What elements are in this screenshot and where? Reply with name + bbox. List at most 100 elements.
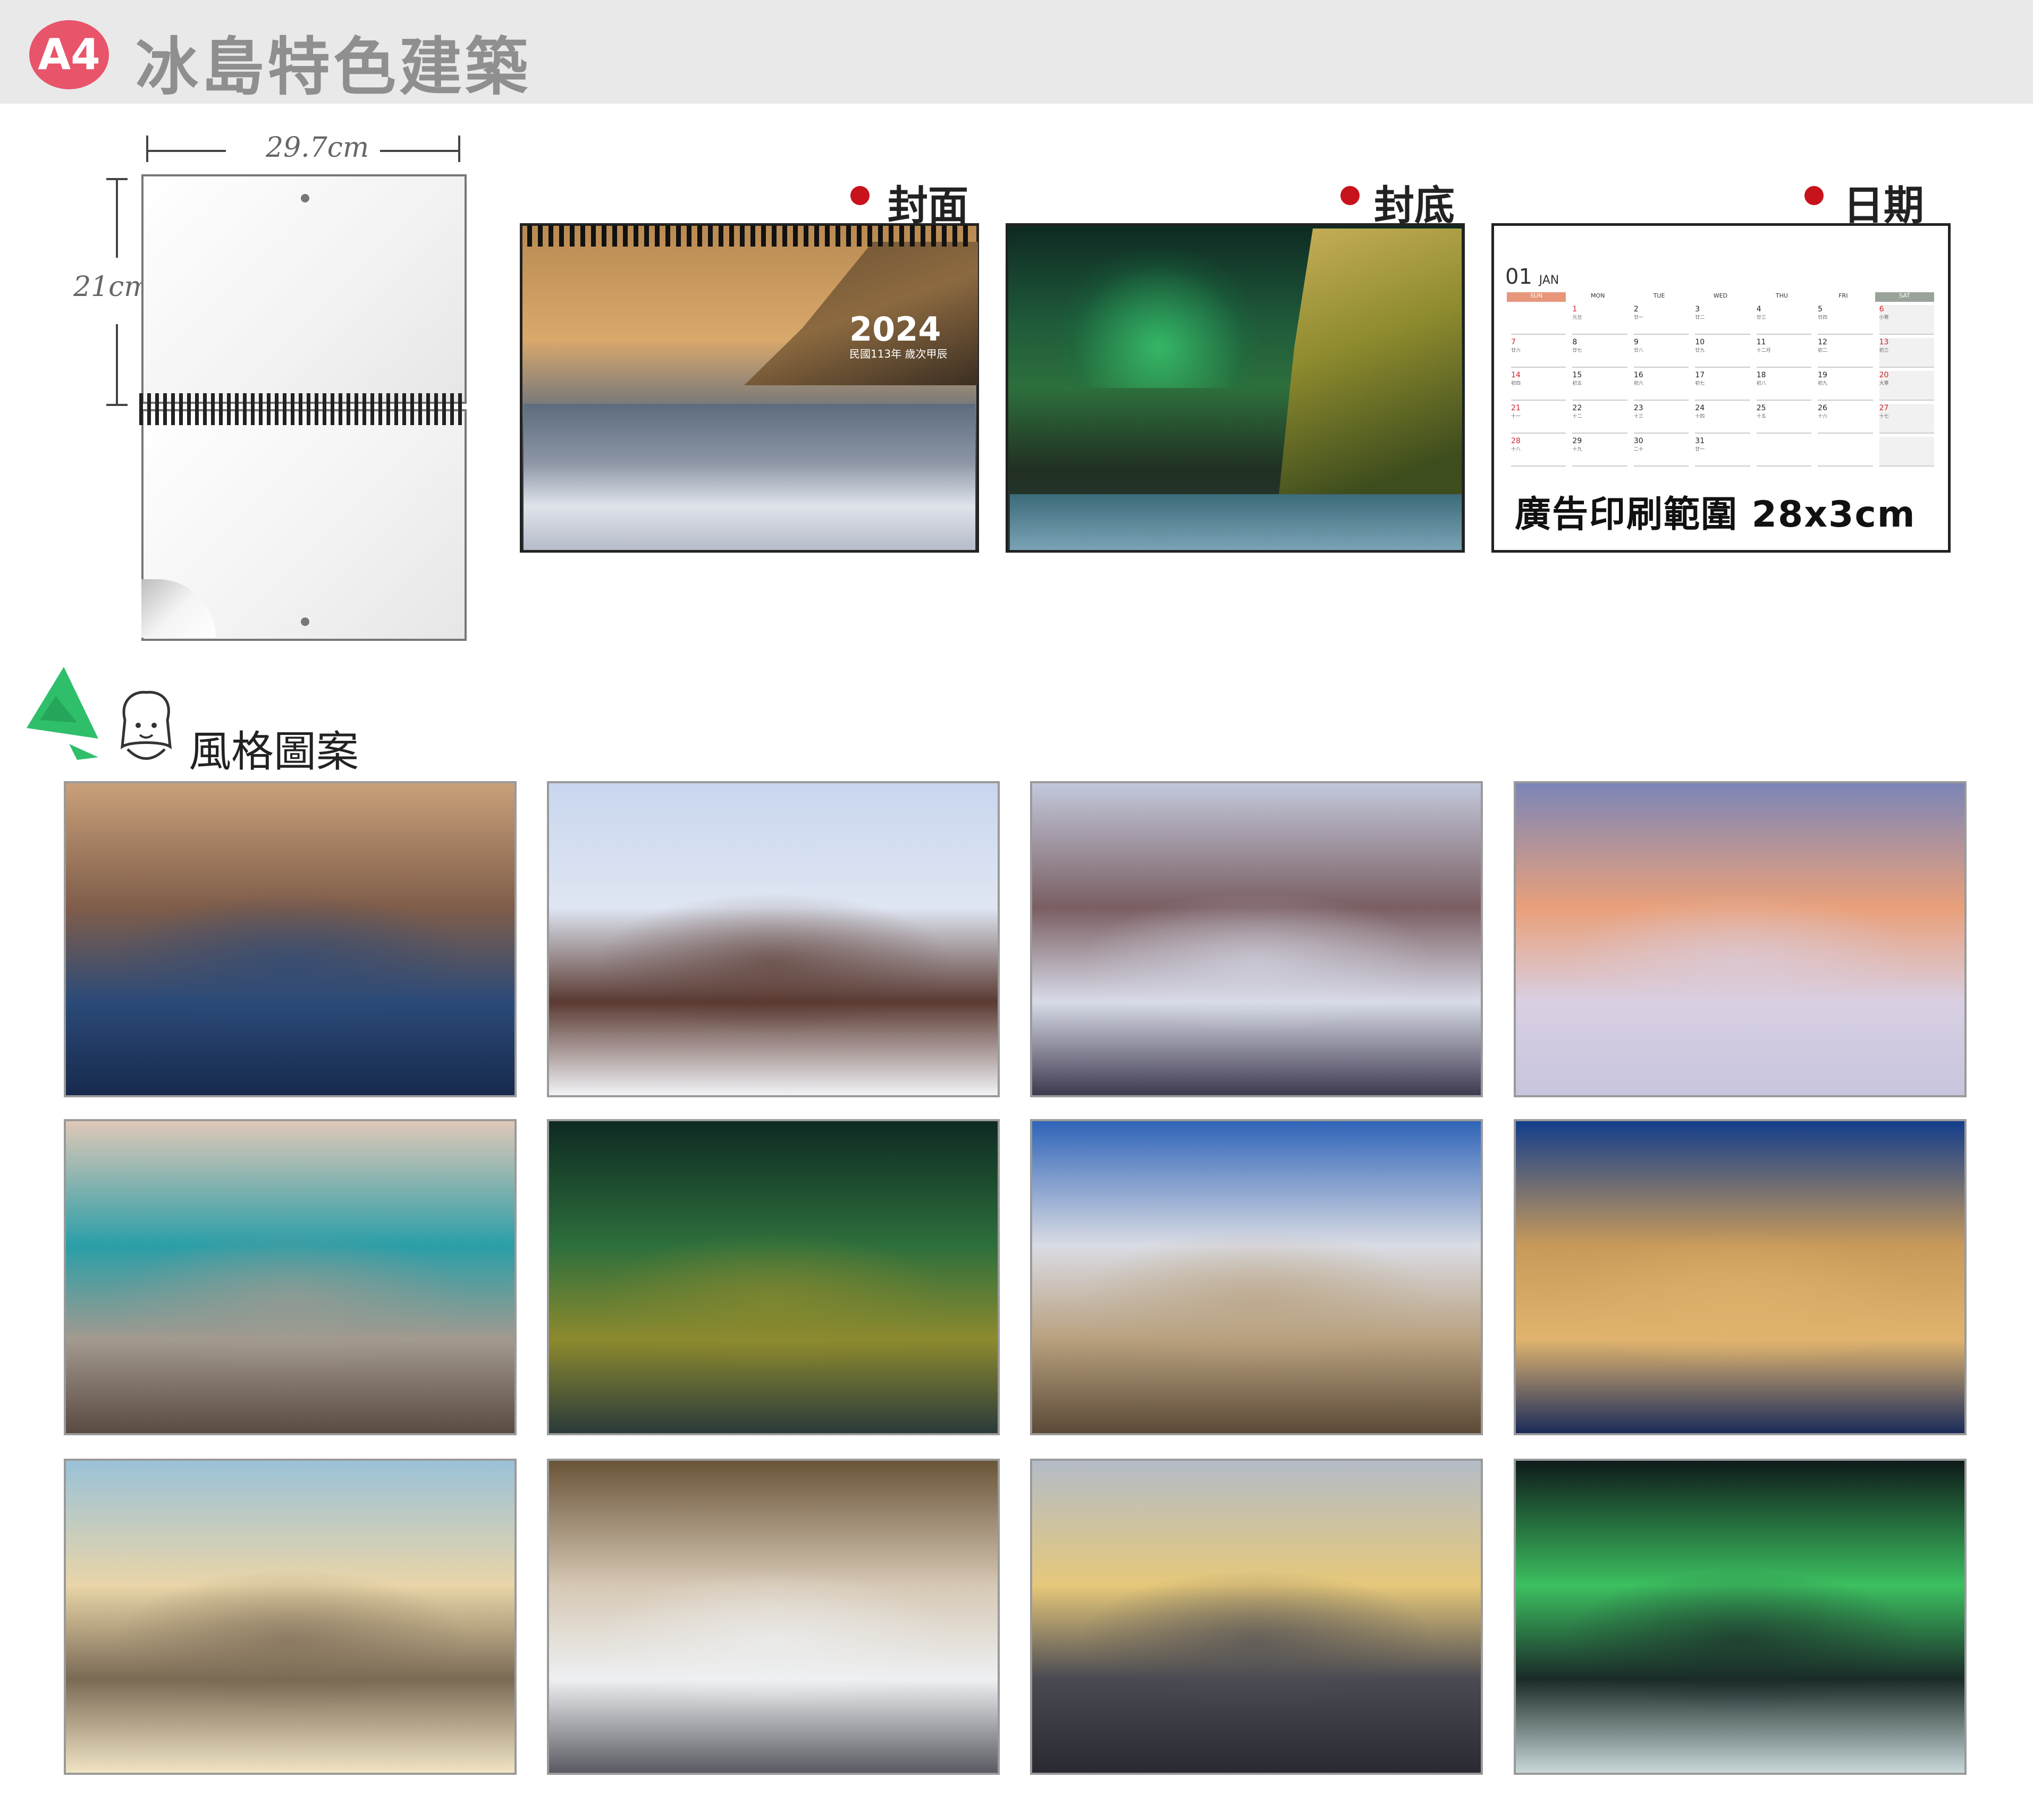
style-thumbnail-aurora-night[interactable] [1514,1459,1967,1775]
calendar-day-cell: 30 二十 [1633,437,1689,467]
style-thumbnail-church-daylight[interactable] [1030,1119,1483,1435]
calendar-lunar-date: 廿一 [1633,315,1643,320]
calendar-lunar-date: 十三 [1633,414,1643,419]
calendar-lunar-date: 廿八 [1633,348,1643,353]
calendar-day-number: 11 [1756,338,1766,346]
calendar-day-cell: 7 廿六 [1511,338,1566,368]
calendar-lunar-date: 初八 [1756,381,1766,386]
style-thumbnail-turquoise-street[interactable] [64,1119,517,1435]
calendar-lunar-date: 大寒 [1879,381,1889,386]
calendar-day-number: 16 [1633,371,1643,379]
calendar-lunar-date: 十七 [1879,414,1889,419]
calendar-lunar-date: 十五 [1756,414,1766,419]
style-thumbnail-harpa-interior[interactable] [64,1459,517,1775]
red-dot-icon [850,186,870,205]
calendar-day-cell [1756,437,1812,467]
calendar-day-cell: 15 初五 [1572,371,1627,401]
calendar-lunar-date: 廿四 [1818,315,1828,320]
style-thumbnail-aurora-forest[interactable] [547,1119,1000,1435]
calendar-day-cell: 5 廿四 [1818,305,1873,335]
date-label: 日期 [1843,182,1924,229]
style-section-label: 風格圖案 [189,727,359,776]
calendar-day-number: 15 [1572,371,1582,379]
calendar-day-cell [1818,437,1873,467]
calendar-lunar-date: 廿三 [1756,315,1766,320]
calendar-lunar-date: 十八 [1511,447,1521,452]
width-tick-right [458,136,460,162]
calendar-day-number: 20 [1879,371,1889,379]
cover-spiral-icon [527,225,972,247]
calendar-day-cell: 17 初七 [1695,371,1750,401]
thumbnail-scene-shape [594,892,953,1033]
calendar-day-cell: 19 初九 [1818,371,1873,401]
calendar-day-cell [1511,305,1566,335]
calendar-day-number: 30 [1633,437,1643,445]
back-label: 封底 [1374,182,1455,229]
calendar-day-number: 3 [1695,305,1700,314]
calendar-lunar-date: 十六 [1818,414,1828,419]
calendar-day-number: 4 [1756,305,1761,314]
style-thumbnail-snowy-valley[interactable] [1030,781,1483,1097]
calendar-lunar-date: 廿六 [1511,348,1521,353]
calendar-day-cell: 10 廿九 [1695,338,1750,368]
cover-year: 2024 [849,310,941,349]
calendar-lunar-date: 初六 [1633,381,1643,386]
thumbnail-scene-shape [111,1230,470,1371]
calendar-day-cell: 20 大寒 [1879,371,1934,401]
calendar-top-sheet [141,174,467,404]
width-label: 29.7cm [266,132,369,164]
calendar-day-number: 25 [1756,404,1766,412]
calendar-day-number: 2 [1633,305,1639,314]
calendar-lunar-date: 二十 [1633,447,1643,452]
style-thumbnail-sunset-trees[interactable] [1514,781,1967,1097]
calendar-day-cell: 13 初三 [1879,338,1934,368]
thumbnail-scene-shape [1077,1230,1436,1371]
calendar-day-cell: 2 廿一 [1633,305,1689,335]
calendar-day-number: 22 [1572,404,1582,412]
calendar-day-number: 5 [1818,305,1823,314]
calendar-day-of-week: SAT [1875,292,1934,302]
height-line-top [116,178,118,258]
style-thumbnail-harpa-hallway[interactable] [1030,1459,1483,1775]
thumbnail-scene-shape [111,892,470,1033]
style-thumbnail-hillside-town[interactable] [547,1459,1000,1775]
thumbnail-scene-shape [1077,1570,1436,1711]
calendar-day-number: 27 [1879,404,1889,412]
calendar-day-number: 18 [1756,371,1766,379]
calendar-lunar-date: 元旦 [1572,315,1582,320]
calendar-day-cell: 23 十三 [1633,404,1689,434]
height-tick-bottom [106,404,128,406]
calendar-day-cell: 9 廿八 [1633,338,1689,368]
cover-label: 封面 [888,182,968,229]
thumbnail-scene-shape [1560,1570,1920,1711]
calendar-day-number: 17 [1695,371,1705,379]
calendar-day-cell: 29 十九 [1572,437,1627,467]
calendar-day-number: 13 [1879,338,1889,346]
calendar-lunar-date: 初二 [1818,348,1828,353]
calendar-day-of-week: SUN [1507,292,1566,302]
calendar-lunar-date: 初四 [1511,381,1521,386]
style-thumbnail-snowy-farmhouse[interactable] [547,781,1000,1097]
calendar-day-cell: 6 小寒 [1879,305,1934,335]
style-thumbnail-harbor-swans[interactable] [64,781,517,1097]
calendar-day-of-week: TUE [1653,292,1665,299]
calendar-day-number: 14 [1511,371,1521,379]
calendar-day-number: 8 [1572,338,1578,346]
calendar-day-cell [1879,437,1934,467]
calendar-lunar-date: 初七 [1695,381,1705,386]
thumbnail-scene-shape [594,1570,953,1711]
style-thumbnail-church-night[interactable] [1514,1119,1967,1435]
calendar-grid: SUN MON TUE WED THU FRI SAT 1 元旦 2 廿一 3 廿二 4 廿三 5 廿四 6 小寒 7… [1507,292,1936,468]
calendar-month: 01 JAN [1505,265,1559,289]
calendar-day-number: 24 [1695,404,1705,412]
calendar-day-number: 7 [1511,338,1516,346]
calendar-day-number: 28 [1511,437,1521,445]
calendar-day-number: 19 [1818,371,1827,379]
calendar-day-cell: 12 初二 [1818,338,1873,368]
calendar-lunar-date: 十四 [1695,414,1705,419]
calendar-day-of-week: MON [1590,292,1605,299]
calendar-month-name: JAN [1539,274,1559,287]
calendar-lunar-date: 小寒 [1879,315,1889,320]
calendar-day-cell: 1 元旦 [1572,305,1627,335]
calendar-lunar-date: 初三 [1879,348,1889,353]
